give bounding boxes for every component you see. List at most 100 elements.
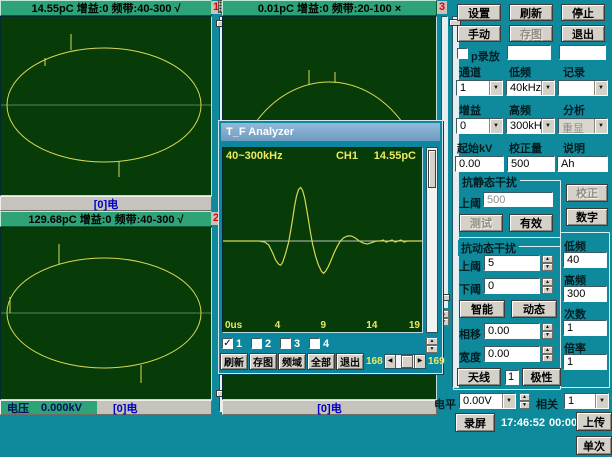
- level-spinner[interactable]: ▲▼: [519, 393, 530, 409]
- ratio-field[interactable]: 1: [563, 354, 607, 370]
- tf-spin-down-icon[interactable]: ▼: [426, 345, 438, 353]
- panel2-scope: [0, 227, 212, 400]
- panel3-badge: 3: [437, 1, 447, 14]
- smart-button[interactable]: 智能: [459, 300, 505, 318]
- note-label: 说明: [563, 140, 585, 156]
- panel2-footer-label: [0]电: [113, 400, 137, 416]
- spin-up-icon: ▲: [542, 346, 553, 354]
- spin-down-icon: ▼: [542, 331, 553, 339]
- voltage-value: 0.000kV: [41, 402, 82, 414]
- phase-shift-field[interactable]: 0.00: [484, 323, 540, 339]
- tf-save-image-button[interactable]: 存图: [249, 353, 277, 370]
- tf-spin-up-icon[interactable]: ▲: [426, 337, 438, 345]
- tf-checkbox-ch4[interactable]: [309, 338, 320, 349]
- highfreq2-field[interactable]: 300: [563, 286, 607, 302]
- tf-freq-domain-button[interactable]: 频域: [278, 353, 306, 370]
- tf-scroll-right-icon[interactable]: ▶: [414, 355, 425, 368]
- gain-label: 增益: [459, 102, 481, 118]
- tf-tick-0: 0us: [225, 320, 242, 331]
- test-button[interactable]: 测试: [459, 214, 503, 232]
- tf-refresh-button[interactable]: 刷新: [220, 353, 248, 370]
- tf-vscroll-thumb[interactable]: [428, 150, 436, 188]
- tf-tick-4: 19: [409, 320, 420, 331]
- settings-button[interactable]: 设置: [457, 4, 501, 21]
- upper-threshold2-spinner[interactable]: ▲▼: [542, 255, 553, 271]
- correlation-combo[interactable]: 1▼: [564, 393, 609, 409]
- calamount-field[interactable]: 500: [507, 156, 555, 172]
- refresh-button[interactable]: 刷新: [509, 4, 553, 21]
- tf-spinner[interactable]: ▲ ▼: [426, 337, 438, 351]
- tf-hscrollbar[interactable]: ◀ ▶: [384, 354, 426, 369]
- spin-up-icon: ▲: [519, 393, 530, 401]
- tf-check-label-3: 3: [294, 338, 300, 350]
- count-field[interactable]: 1: [563, 320, 607, 336]
- tf-channel-label: CH1: [336, 150, 358, 162]
- startkv-field[interactable]: 0.00: [455, 156, 504, 172]
- tf-check-label-1: 1: [236, 338, 242, 350]
- valid-button[interactable]: 有效: [509, 214, 553, 232]
- panel1-footer: [0]电: [0, 196, 212, 211]
- gain-combo[interactable]: 0▼: [456, 118, 503, 134]
- combo-arrow-icon: ▼: [489, 119, 502, 133]
- lower-threshold-spinner[interactable]: ▲▼: [542, 278, 553, 294]
- tf-analyzer-window: T_F Analyzer 40~300kHz CH1 14.55pC 0us 4…: [218, 120, 443, 374]
- upper-threshold2-field[interactable]: 5: [484, 255, 540, 271]
- record-combo[interactable]: ▼: [558, 80, 608, 96]
- save-image-button[interactable]: 存图: [509, 25, 553, 42]
- manual-button[interactable]: 手动: [457, 25, 501, 42]
- file-display-1: [507, 45, 551, 60]
- polarity-button[interactable]: 极性: [522, 368, 561, 386]
- panel1-ellipse-trace: [1, 17, 211, 195]
- analysis-combo[interactable]: 重显▼: [558, 118, 608, 134]
- note-field[interactable]: Ah: [557, 156, 608, 172]
- channel-label: 通道: [459, 64, 481, 80]
- level-combo[interactable]: 0.00V▼: [459, 393, 516, 409]
- antidynamic-group-title: 抗动态干扰: [458, 240, 519, 256]
- spin-down-icon: ▼: [542, 286, 553, 294]
- tf-titlebar[interactable]: T_F Analyzer: [221, 123, 440, 141]
- tf-all-button[interactable]: 全部: [307, 353, 335, 370]
- voltage-label: 电压: [7, 400, 29, 416]
- tf-value-label: 14.55pC: [374, 150, 416, 162]
- tf-checkbox-ch3[interactable]: [280, 338, 291, 349]
- tf-checkbox-ch1[interactable]: ✓: [222, 338, 233, 349]
- antenna-button[interactable]: 天线: [457, 368, 501, 386]
- digital-button[interactable]: 数字: [566, 208, 608, 226]
- antenna-count-field[interactable]: 1: [505, 370, 519, 385]
- tf-vscrollbar[interactable]: [426, 147, 438, 333]
- spin-up-icon: ▲: [542, 323, 553, 331]
- calibrate-button[interactable]: 校正: [566, 184, 608, 202]
- combo-arrow-icon: ▼: [541, 119, 554, 133]
- tf-exit-button[interactable]: 退出: [336, 353, 364, 370]
- phase-shift-spinner[interactable]: ▲▼: [542, 323, 553, 339]
- lowfreq2-field[interactable]: 40: [563, 252, 607, 268]
- level-label: 电平: [434, 396, 456, 412]
- panel1-scope: [0, 16, 212, 196]
- correlation-label: 相关: [536, 396, 558, 412]
- width-field[interactable]: 0.00: [484, 346, 540, 362]
- tf-scroll-left-icon[interactable]: ◀: [385, 355, 396, 368]
- stop-button[interactable]: 停止: [561, 4, 605, 21]
- tf-check-label-2: 2: [265, 338, 271, 350]
- playback-checkbox[interactable]: [457, 48, 468, 59]
- exit-button[interactable]: 退出: [561, 25, 605, 42]
- tf-checkbox-ch2[interactable]: [251, 338, 262, 349]
- lower-threshold-field[interactable]: 0: [484, 278, 540, 294]
- tf-hscroll-thumb[interactable]: [401, 355, 413, 368]
- screen-record-button[interactable]: 录屏: [455, 413, 495, 432]
- highfreq-combo[interactable]: 300kHz▼: [506, 118, 555, 134]
- panel3-header: 0.01pC 增益:0 频带:20-100 ×: [222, 0, 437, 16]
- channel-combo[interactable]: 1▼: [456, 80, 503, 96]
- panel3-footer: [0]电: [222, 400, 437, 415]
- app-window: 14.55pC 增益:0 频带:40-300 √ 1 [0]电 129.68pC…: [0, 0, 612, 457]
- width-spinner[interactable]: ▲▼: [542, 346, 553, 362]
- combo-arrow-icon: ▼: [594, 81, 607, 95]
- calamount-label: 校正量: [509, 140, 542, 156]
- dynamic-button[interactable]: 动态: [511, 300, 557, 318]
- tf-tick-1: 4: [275, 320, 281, 331]
- lowfreq-combo[interactable]: 40kHz▼: [506, 80, 555, 96]
- upper-threshold1-field[interactable]: 500: [483, 192, 553, 207]
- single-shot-button[interactable]: 单次: [576, 436, 612, 455]
- tf-waveform: [223, 148, 422, 332]
- upload-button[interactable]: 上传: [576, 412, 612, 431]
